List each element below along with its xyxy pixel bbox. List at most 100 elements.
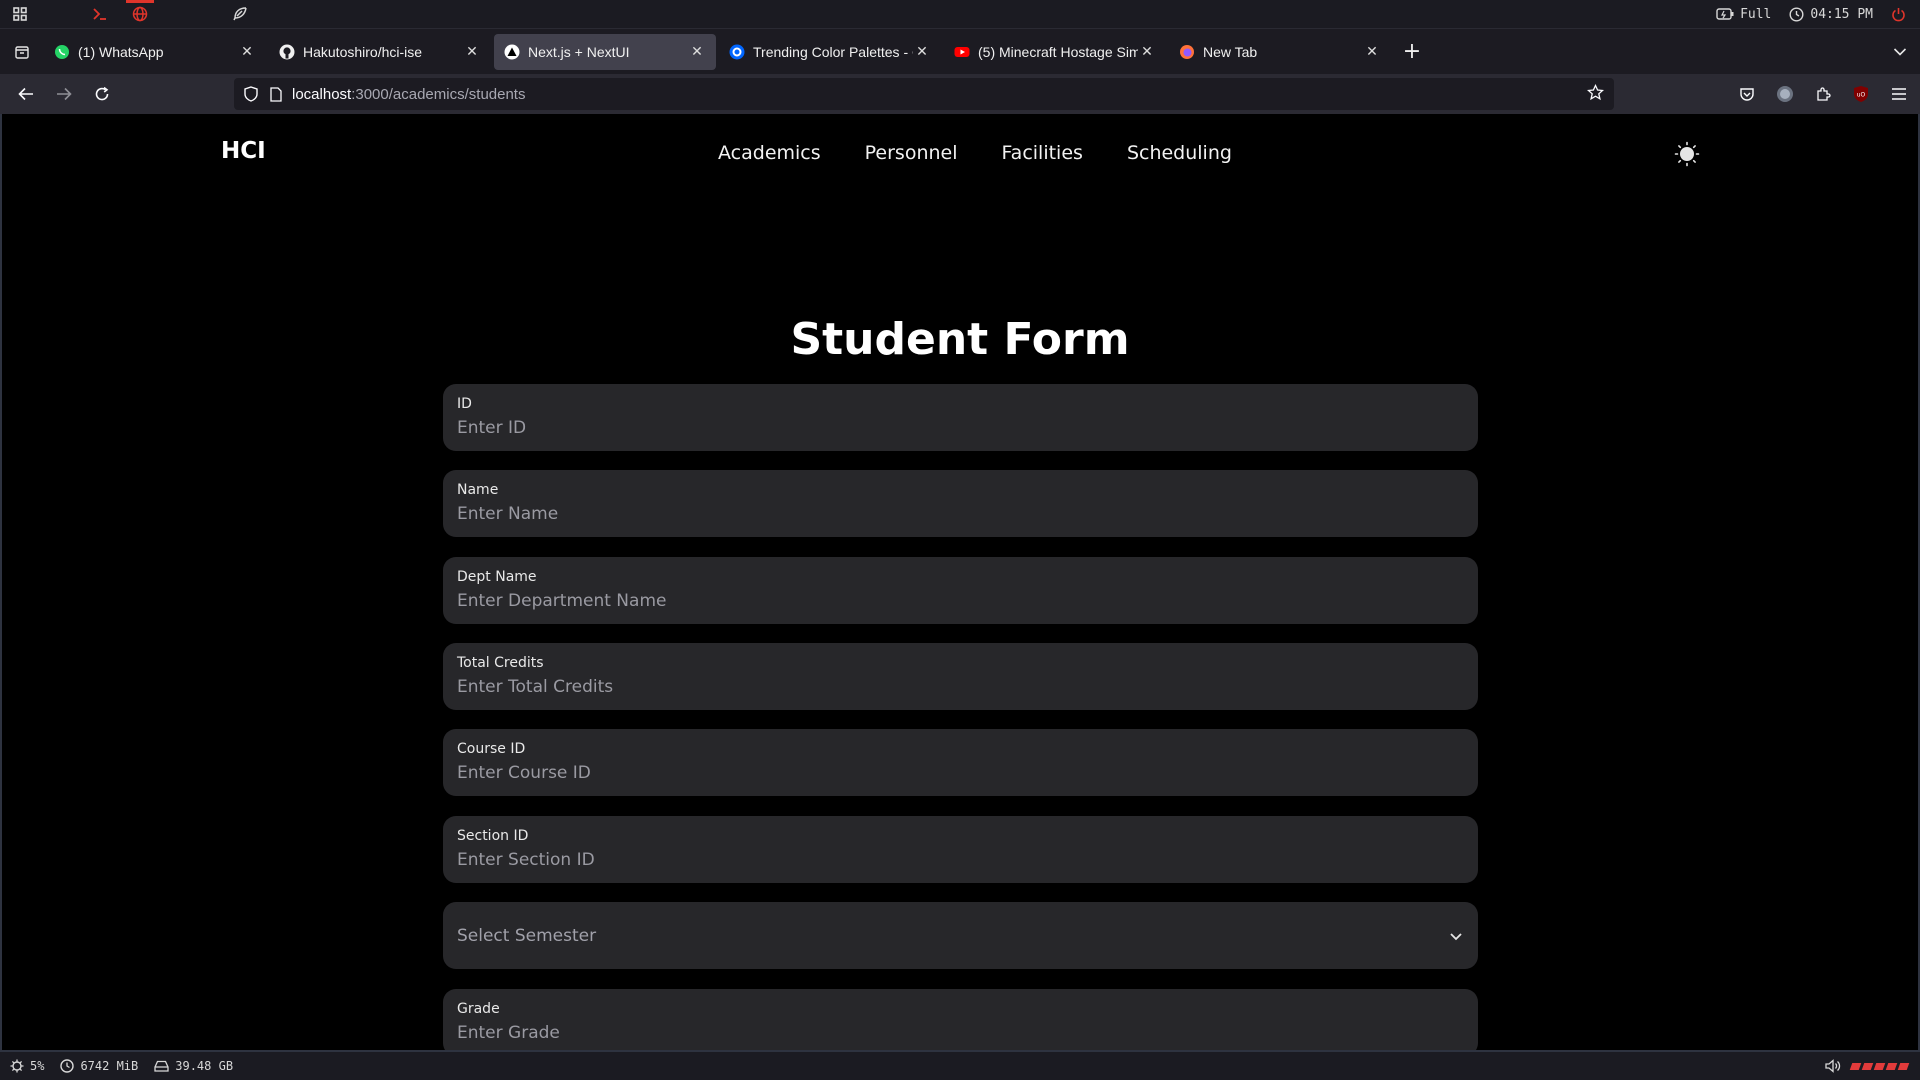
volume-level-bars[interactable]	[1849, 1062, 1910, 1070]
tab-coolors[interactable]: Trending Color Palettes - C ✕	[719, 34, 941, 70]
brand-logo[interactable]: HCI	[221, 138, 266, 164]
feather-icon[interactable]	[220, 0, 260, 28]
battery-status: Full	[1716, 7, 1771, 22]
tab-title: Hakutoshiro/hci-ise	[303, 43, 423, 60]
power-icon[interactable]	[1891, 7, 1906, 22]
coolors-icon	[729, 44, 745, 60]
total-credits-field-label: Total Credits	[457, 655, 544, 671]
clock: 04:15 PM	[1789, 7, 1873, 22]
close-tab-icon[interactable]: ✕	[913, 43, 931, 61]
cpu-stat: 5%	[10, 1059, 44, 1073]
grade-field[interactable]: Grade	[443, 989, 1478, 1050]
forward-arrow-icon[interactable]	[46, 78, 82, 110]
page-content: HCI Academics Personnel Facilities Sched…	[2, 114, 1918, 1050]
id-field-label: ID	[457, 396, 472, 412]
grade-field-label: Grade	[457, 1001, 500, 1017]
tab-whatsapp[interactable]: (1) WhatsApp ✕	[44, 34, 266, 70]
site-header: HCI Academics Personnel Facilities Sched…	[2, 114, 1918, 194]
tab-title: Next.js + NextUI	[528, 43, 630, 60]
tab-overview-icon[interactable]	[0, 29, 44, 75]
course-id-field[interactable]: Course ID	[443, 729, 1478, 796]
cpu-gear-icon	[10, 1059, 24, 1073]
semester-select[interactable]: Select Semester	[443, 902, 1478, 969]
tab-title: (5) Minecraft Hostage Simu	[978, 43, 1138, 60]
tab-youtube[interactable]: (5) Minecraft Hostage Simu ✕	[944, 34, 1166, 70]
disk-drive-icon	[154, 1060, 169, 1072]
clock-icon	[1789, 6, 1804, 22]
browser-globe-icon[interactable]	[120, 0, 160, 28]
close-tab-icon[interactable]: ✕	[463, 43, 481, 61]
bookmark-star-icon[interactable]	[1586, 83, 1605, 105]
close-tab-icon[interactable]: ✕	[1363, 43, 1381, 61]
github-icon	[279, 44, 295, 60]
name-field-label: Name	[457, 482, 499, 498]
disk-stat: 39.48 GB	[154, 1059, 233, 1073]
terminal-icon[interactable]	[80, 0, 120, 28]
memory-stat: 6742 MiB	[60, 1059, 138, 1073]
section-id-input[interactable]	[457, 850, 1464, 870]
url-host: localhost	[292, 85, 352, 103]
tab-github[interactable]: Hakutoshiro/hci-ise ✕	[269, 34, 491, 70]
tab-new-tab[interactable]: New Tab ✕	[1169, 34, 1391, 70]
system-status-bar: 5% 6742 MiB 39.48 GB	[0, 1050, 1920, 1080]
nav-link-facilities[interactable]: Facilities	[1002, 142, 1083, 164]
new-tab-button[interactable]: +	[1394, 34, 1430, 70]
youtube-icon	[954, 44, 970, 60]
section-id-field[interactable]: Section ID	[443, 816, 1478, 883]
name-field[interactable]: Name	[443, 470, 1478, 537]
close-tab-icon[interactable]: ✕	[1138, 43, 1156, 61]
form-title: Student Form	[790, 314, 1130, 365]
whatsapp-icon	[54, 44, 70, 60]
course-id-input[interactable]	[457, 763, 1464, 783]
tab-title: Trending Color Palettes - C	[753, 43, 913, 60]
url-path: :3000/academics/students	[351, 85, 526, 103]
close-tab-icon[interactable]: ✕	[688, 43, 706, 61]
hamburger-menu-icon[interactable]	[1884, 78, 1914, 110]
total-credits-input[interactable]	[457, 677, 1464, 697]
section-id-field-label: Section ID	[457, 828, 529, 844]
address-bar[interactable]: localhost:3000/academics/students	[234, 78, 1614, 110]
memory-value: 6742 MiB	[80, 1059, 139, 1073]
course-id-field-label: Course ID	[457, 741, 526, 757]
total-credits-field[interactable]: Total Credits	[443, 643, 1478, 710]
volume-icon[interactable]	[1825, 1059, 1841, 1073]
tab-title: New Tab	[1203, 43, 1258, 60]
list-all-tabs-chevron-icon[interactable]	[1880, 47, 1920, 57]
nav-link-personnel[interactable]: Personnel	[865, 142, 958, 164]
pocket-icon[interactable]	[1732, 78, 1762, 110]
site-nav: Academics Personnel Facilities Schedulin…	[718, 142, 1232, 164]
id-input[interactable]	[457, 418, 1464, 438]
name-input[interactable]	[457, 504, 1464, 524]
browser-nav-bar: localhost:3000/academics/students uO	[0, 74, 1920, 114]
extensions-puzzle-icon[interactable]	[1808, 78, 1838, 110]
grade-input[interactable]	[457, 1023, 1464, 1043]
close-tab-icon[interactable]: ✕	[238, 43, 256, 61]
dept-name-input[interactable]	[457, 591, 1464, 611]
dept-name-field[interactable]: Dept Name	[443, 557, 1478, 624]
clock-time: 04:15 PM	[1810, 6, 1873, 22]
dept-name-field-label: Dept Name	[457, 569, 537, 585]
firefox-icon	[1179, 44, 1195, 60]
semester-select-value: Select Semester	[457, 925, 597, 946]
back-arrow-icon[interactable]	[8, 78, 44, 110]
battery-icon	[1716, 8, 1734, 20]
ublock-origin-icon[interactable]: uO	[1846, 78, 1876, 110]
chevron-down-icon	[1450, 932, 1462, 940]
shield-icon[interactable]	[244, 86, 258, 102]
theme-toggle-sun-icon[interactable]	[1674, 141, 1700, 167]
profile-avatar-icon[interactable]	[1770, 78, 1800, 110]
nav-link-academics[interactable]: Academics	[718, 142, 821, 164]
app-grid-icon[interactable]	[0, 0, 40, 28]
memory-clock-icon	[60, 1059, 75, 1073]
reload-icon[interactable]	[84, 78, 120, 110]
system-top-bar: Full 04:15 PM	[0, 0, 1920, 28]
tab-nextjs[interactable]: Next.js + NextUI ✕	[494, 33, 716, 70]
battery-label: Full	[1740, 6, 1772, 22]
disk-value: 39.48 GB	[175, 1059, 234, 1073]
tab-title: (1) WhatsApp	[78, 43, 164, 60]
browser-tab-bar: (1) WhatsApp ✕ Hakutoshiro/hci-ise ✕ Nex…	[0, 28, 1920, 74]
id-field[interactable]: ID	[443, 384, 1478, 451]
nav-link-scheduling[interactable]: Scheduling	[1127, 142, 1232, 164]
nextjs-icon	[504, 44, 520, 60]
page-icon[interactable]	[270, 86, 282, 102]
